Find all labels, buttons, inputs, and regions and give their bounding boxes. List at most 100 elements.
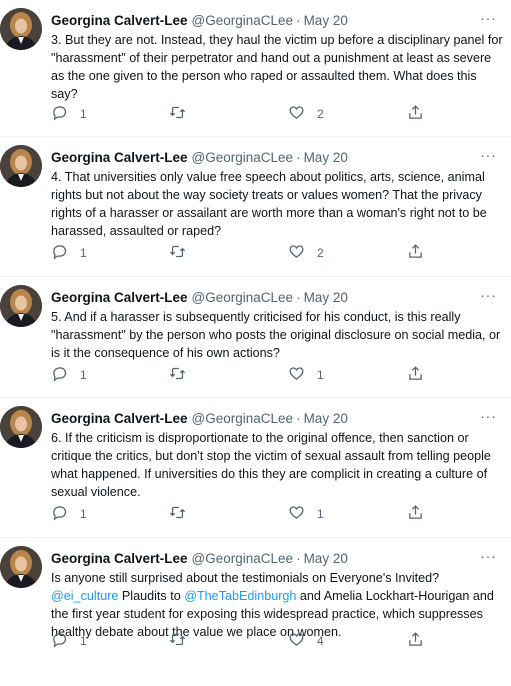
separator-dot: · [296,12,301,28]
like-icon [288,243,305,263]
avatar[interactable] [0,406,42,448]
reply-button[interactable]: 1 [51,104,87,124]
like-icon [288,504,305,524]
more-icon[interactable]: ··· [480,287,497,303]
tweet-text-part: Is anyone still surprised about the test… [51,571,440,585]
share-button[interactable] [407,104,424,124]
retweet-button[interactable] [169,504,198,524]
like-button[interactable]: 2 [288,243,324,263]
share-button[interactable] [407,243,424,263]
tweet-text: 3. But they are not. Instead, they haul … [51,33,503,101]
retweet-button[interactable] [169,365,198,385]
retweet-icon [169,365,186,385]
like-icon [288,104,305,124]
like-count: 4 [317,634,324,648]
like-icon [288,631,305,651]
like-button[interactable]: 2 [288,104,324,124]
like-count: 2 [317,107,324,121]
retweet-icon [169,104,186,124]
mention-link[interactable]: @ei_culture [51,589,118,603]
like-button[interactable]: 1 [288,504,324,524]
tweet-header: Georgina Calvert-Lee @GeorginaCLee · May… [51,548,503,568]
author-handle[interactable]: @GeorginaCLee [192,411,294,426]
more-icon[interactable]: ··· [480,408,497,424]
tweet[interactable]: Georgina Calvert-Lee @GeorginaCLee · May… [0,398,511,538]
reply-count: 1 [80,634,87,648]
more-icon[interactable]: ··· [480,10,497,26]
more-icon[interactable]: ··· [480,147,497,163]
avatar[interactable] [0,546,42,588]
tweet-date[interactable]: May 20 [304,13,348,28]
retweet-icon [169,631,186,651]
author-name[interactable]: Georgina Calvert-Lee [51,411,188,426]
retweet-icon [169,504,186,524]
share-icon [407,631,424,651]
share-button[interactable] [407,365,424,385]
reply-icon [51,504,68,524]
reply-button[interactable]: 1 [51,631,87,651]
tweet-text: 6. If the criticism is disproportionate … [51,431,491,499]
share-icon [407,365,424,385]
tweet-content: Georgina Calvert-Lee @GeorginaCLee · May… [51,538,503,641]
reply-icon [51,243,68,263]
like-count: 2 [317,246,324,260]
author-handle[interactable]: @GeorginaCLee [192,150,294,165]
reply-button[interactable]: 1 [51,365,87,385]
tweet[interactable]: Georgina Calvert-Lee @GeorginaCLee · May… [0,277,511,398]
separator-dot: · [296,410,301,426]
reply-button[interactable]: 1 [51,243,87,263]
tweet-text-part: Plaudits to [118,589,185,603]
like-button[interactable]: 1 [288,365,324,385]
tweet-header: Georgina Calvert-Lee @GeorginaCLee · May… [51,408,503,428]
like-count: 1 [317,507,324,521]
tweet-text: 5. And if a harasser is subsequently cri… [51,310,501,360]
tweet[interactable]: Georgina Calvert-Lee @GeorginaCLee · May… [0,137,511,277]
tweet-content: Georgina Calvert-Lee @GeorginaCLee · May… [51,0,503,103]
tweet[interactable]: Georgina Calvert-Lee @GeorginaCLee · May… [0,0,511,137]
tweet-text: Is anyone still surprised about the test… [51,569,503,641]
author-name[interactable]: Georgina Calvert-Lee [51,150,188,165]
retweet-icon [169,243,186,263]
avatar[interactable] [0,145,42,187]
mention-link[interactable]: @TheTabEdinburgh [184,589,296,603]
tweet-date[interactable]: May 20 [304,551,348,566]
retweet-button[interactable] [169,104,198,124]
reply-button[interactable]: 1 [51,504,87,524]
tweet-content: Georgina Calvert-Lee @GeorginaCLee · May… [51,137,503,240]
share-button[interactable] [407,504,424,524]
author-handle[interactable]: @GeorginaCLee [192,13,294,28]
more-icon[interactable]: ··· [480,548,497,564]
author-name[interactable]: Georgina Calvert-Lee [51,290,188,305]
like-button[interactable]: 4 [288,631,324,651]
separator-dot: · [296,550,301,566]
retweet-button[interactable] [169,631,198,651]
like-icon [288,365,305,385]
tweet-header: Georgina Calvert-Lee @GeorginaCLee · May… [51,287,503,307]
retweet-button[interactable] [169,243,198,263]
tweet[interactable]: Georgina Calvert-Lee @GeorginaCLee · May… [0,538,511,686]
reply-count: 1 [80,107,87,121]
share-icon [407,243,424,263]
tweet-content: Georgina Calvert-Lee @GeorginaCLee · May… [51,398,503,501]
tweet-text: 4. That universities only value free spe… [51,170,487,238]
avatar[interactable] [0,8,42,50]
reply-icon [51,104,68,124]
tweet-content: Georgina Calvert-Lee @GeorginaCLee · May… [51,277,503,362]
tweet-date[interactable]: May 20 [304,150,348,165]
share-icon [407,104,424,124]
tweet-date[interactable]: May 20 [304,290,348,305]
reply-count: 1 [80,368,87,382]
tweet-feed: Georgina Calvert-Lee @GeorginaCLee · May… [0,0,511,686]
like-count: 1 [317,368,324,382]
reply-icon [51,631,68,651]
share-button[interactable] [407,631,424,651]
author-handle[interactable]: @GeorginaCLee [192,551,294,566]
avatar[interactable] [0,285,42,327]
reply-count: 1 [80,246,87,260]
tweet-date[interactable]: May 20 [304,411,348,426]
author-name[interactable]: Georgina Calvert-Lee [51,13,188,28]
reply-count: 1 [80,507,87,521]
author-name[interactable]: Georgina Calvert-Lee [51,551,188,566]
author-handle[interactable]: @GeorginaCLee [192,290,294,305]
separator-dot: · [296,289,301,305]
